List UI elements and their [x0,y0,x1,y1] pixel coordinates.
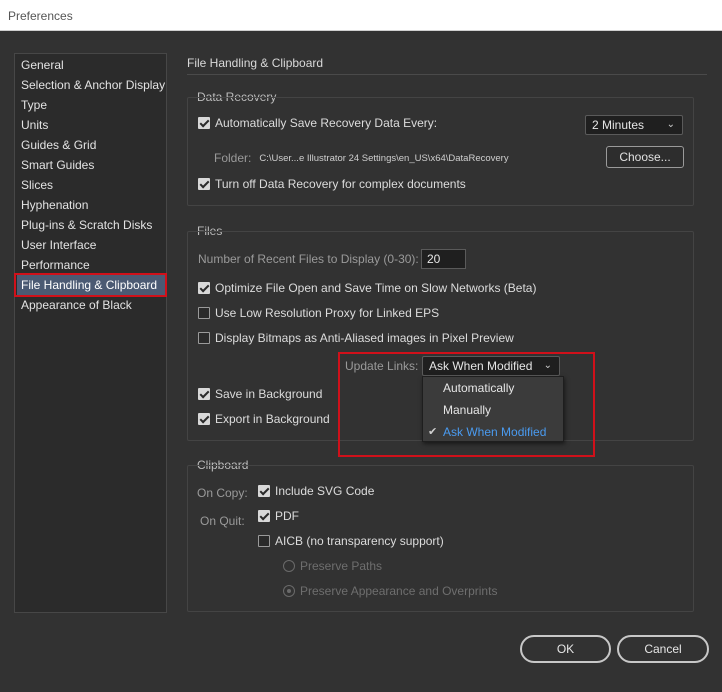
sidebar-item-performance[interactable]: Performance [20,255,90,275]
sidebar-item-hyphenation[interactable]: Hyphenation [20,195,88,215]
preserve-paths-radio[interactable] [283,560,295,572]
include-svg-checkbox[interactable] [258,485,270,497]
checkmark-icon: ✔ [428,426,438,438]
on-copy-label-row: On Copy: [197,486,248,500]
folder-path: C:\User...e Illustrator 24 Settings\en_U… [259,152,509,164]
update-links-value: Ask When Modified [429,359,533,373]
update-links-row: Update Links: [345,359,418,373]
low-res-checkbox[interactable] [198,307,210,319]
sidebar-item-user-interface[interactable]: User Interface [20,235,96,255]
save-bg-label: Save in Background [215,387,323,401]
option-manually[interactable]: Manually [423,399,563,421]
update-links-dropdown: Automatically Manually ✔ Ask When Modifi… [422,376,564,442]
pdf-label: PDF [275,509,299,523]
on-copy-label: On Copy: [197,486,248,500]
preserve-appearance-label: Preserve Appearance and Overprints [300,584,498,598]
bitmaps-checkbox[interactable] [198,332,210,344]
turn-off-label: Turn off Data Recovery for complex docum… [215,177,466,191]
save-bg-checkbox[interactable] [198,388,210,400]
sidebar: General Selection & Anchor Display Type … [14,53,167,613]
low-res-row: Use Low Resolution Proxy for Linked EPS [198,306,439,320]
folder-row: Folder: C:\User...e Illustrator 24 Setti… [214,151,509,165]
optimize-checkbox[interactable] [198,282,210,294]
export-bg-label: Export in Background [215,412,330,426]
interval-select[interactable]: 2 Minutes ⌄ [585,115,683,135]
option-ask-when-modified[interactable]: ✔ Ask When Modified [423,421,563,443]
sidebar-item-type[interactable]: Type [20,95,47,115]
bitmaps-row: Display Bitmaps as Anti-Aliased images i… [198,331,514,345]
pdf-row: PDF [258,509,299,523]
title-divider [187,74,707,75]
optimize-row: Optimize File Open and Save Time on Slow… [198,281,536,295]
page-title: File Handling & Clipboard [187,56,324,70]
interval-value: 2 Minutes [592,118,645,132]
preserve-paths-row: Preserve Paths [283,559,382,573]
pdf-checkbox[interactable] [258,510,270,522]
ok-button[interactable]: OK [520,635,611,663]
recent-files-input[interactable]: 20 [421,249,466,269]
export-bg-checkbox[interactable] [198,413,210,425]
sidebar-item-guides-grid[interactable]: Guides & Grid [20,135,96,155]
preserve-paths-label: Preserve Paths [300,559,383,573]
turn-off-row: Turn off Data Recovery for complex docum… [198,177,466,191]
sidebar-item-appearance-black[interactable]: Appearance of Black [20,295,132,315]
aicb-checkbox[interactable] [258,535,270,547]
preserve-appearance-row: Preserve Appearance and Overprints [283,584,497,598]
folder-label: Folder: [214,151,252,165]
update-links-select[interactable]: Ask When Modified ⌄ [422,356,560,376]
on-quit-label: On Quit: [200,514,245,528]
option-ask-when-modified-label: Ask When Modified [443,425,547,439]
optimize-label: Optimize File Open and Save Time on Slow… [215,281,537,295]
sidebar-item-file-handling[interactable]: File Handling & Clipboard [17,275,165,295]
chevron-down-icon: ⌄ [666,119,675,130]
chevron-down-icon: ⌄ [543,360,552,371]
cancel-button[interactable]: Cancel [617,635,709,663]
auto-save-row: Automatically Save Recovery Data Every: [198,116,437,130]
include-svg-label: Include SVG Code [275,484,375,498]
turn-off-checkbox[interactable] [198,178,210,190]
sidebar-item-smart-guides[interactable]: Smart Guides [20,155,94,175]
option-automatically[interactable]: Automatically [423,377,563,399]
sidebar-item-plugins[interactable]: Plug-ins & Scratch Disks [20,215,152,235]
auto-save-checkbox[interactable] [198,117,210,129]
low-res-label: Use Low Resolution Proxy for Linked EPS [215,306,440,320]
recent-files-row: Number of Recent Files to Display (0-30)… [198,252,419,266]
on-quit-label-row: On Quit: [200,514,245,528]
choose-button[interactable]: Choose... [606,146,684,168]
update-links-label: Update Links: [345,359,419,373]
include-svg-row: Include SVG Code [258,484,374,498]
sidebar-item-units[interactable]: Units [20,115,48,135]
sidebar-item-selection-anchor[interactable]: Selection & Anchor Display [20,75,165,95]
recent-files-label: Number of Recent Files to Display (0-30)… [198,252,419,266]
preserve-appearance-radio[interactable] [283,585,295,597]
aicb-row: AICB (no transparency support) [258,534,444,548]
sidebar-item-general[interactable]: General [20,55,64,75]
window-title: Preferences [0,0,722,31]
save-bg-row: Save in Background [198,387,322,401]
auto-save-label: Automatically Save Recovery Data Every: [215,116,438,130]
bitmaps-label: Display Bitmaps as Anti-Aliased images i… [215,331,514,345]
aicb-label: AICB (no transparency support) [275,534,444,548]
sidebar-item-slices[interactable]: Slices [20,175,53,195]
export-bg-row: Export in Background [198,412,330,426]
